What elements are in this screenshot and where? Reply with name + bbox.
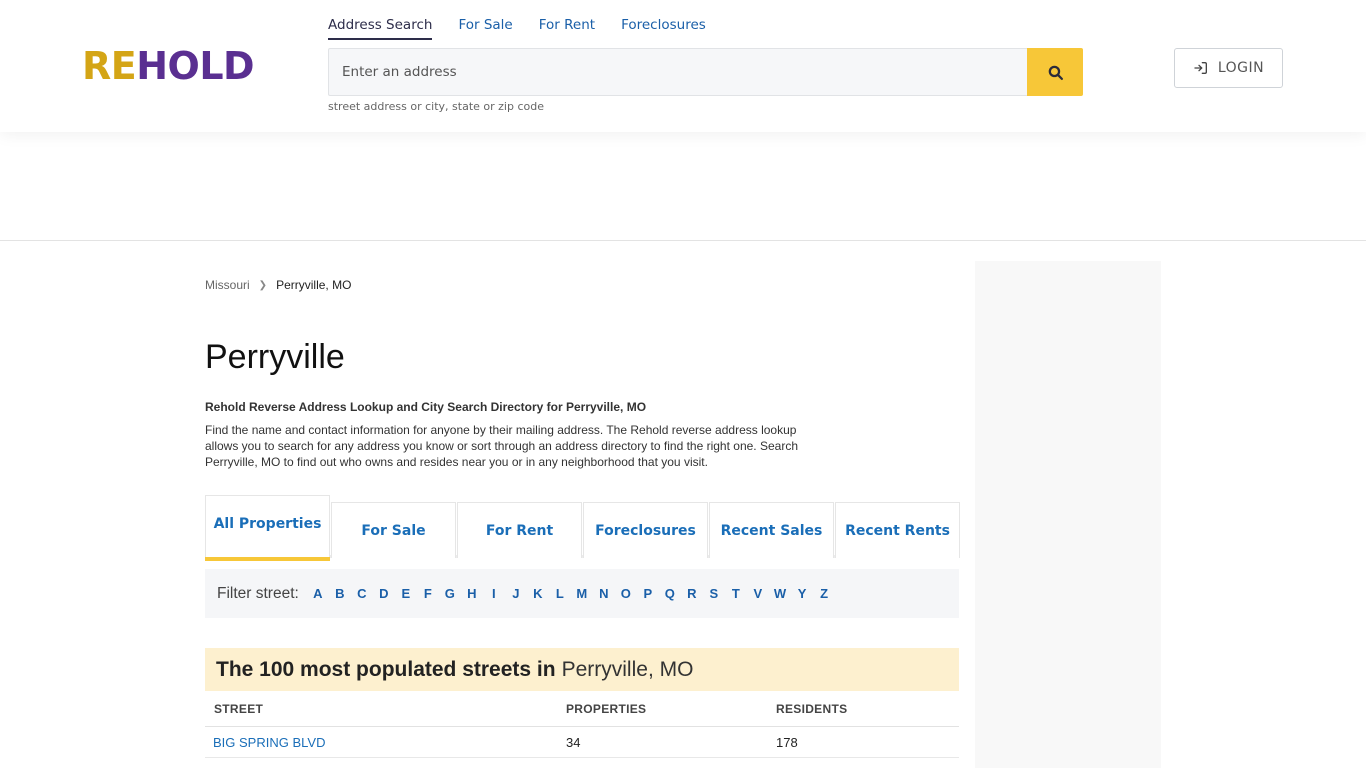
- filter-letter-y[interactable]: Y: [791, 586, 813, 601]
- breadcrumb-missouri[interactable]: Missouri: [205, 278, 250, 292]
- filter-letter-d[interactable]: D: [373, 586, 395, 601]
- page-description: Find the name and contact information fo…: [205, 423, 798, 469]
- column-street: STREET: [214, 701, 264, 716]
- filter-letter-s[interactable]: S: [703, 586, 725, 601]
- address-search-input[interactable]: [328, 48, 1027, 96]
- filter-letter-g[interactable]: G: [439, 586, 461, 601]
- tab-all-properties[interactable]: All Properties: [205, 495, 330, 561]
- tab-foreclosures[interactable]: Foreclosures: [583, 502, 708, 558]
- table-body: BIG SPRING BLVD 34 178: [205, 727, 959, 758]
- section-heading-text: The 100 most populated streets in: [216, 657, 556, 681]
- search-icon: [1048, 65, 1063, 80]
- filter-letter-h[interactable]: H: [461, 586, 483, 601]
- login-label: LOGIN: [1217, 60, 1265, 76]
- nav-for-sale[interactable]: For Sale: [458, 17, 512, 40]
- breadcrumb-current: Perryville, MO: [276, 278, 352, 292]
- sidebar-ad: [975, 261, 1161, 768]
- filter-letter-w[interactable]: W: [769, 586, 791, 601]
- login-icon: [1194, 62, 1207, 74]
- property-tabs: All Properties For Sale For Rent Foreclo…: [205, 495, 960, 561]
- filter-letter-t[interactable]: T: [725, 586, 747, 601]
- street-filter: Filter street: ABCDEFGHIJKLMNOPQRSTVWYZ: [205, 569, 959, 618]
- filter-letter-b[interactable]: B: [329, 586, 351, 601]
- filter-letter-q[interactable]: Q: [659, 586, 681, 601]
- tab-recent-rents[interactable]: Recent Rents: [835, 502, 960, 558]
- properties-count: 34: [566, 734, 581, 750]
- column-residents: RESIDENTS: [776, 701, 848, 716]
- search-button[interactable]: [1027, 48, 1083, 96]
- tab-for-sale[interactable]: For Sale: [331, 502, 456, 558]
- streets-table: STREET PROPERTIES RESIDENTS BIG SPRING B…: [205, 691, 959, 758]
- filter-letter-a[interactable]: A: [307, 586, 329, 601]
- nav-address-search[interactable]: Address Search: [328, 17, 433, 40]
- site-header: REHOLD Address Search For Sale For Rent …: [0, 0, 1366, 132]
- filter-letter-v[interactable]: V: [747, 586, 769, 601]
- page-title: Perryville: [205, 338, 345, 376]
- filter-letter-i[interactable]: I: [483, 586, 505, 601]
- chevron-right-icon: ❯: [258, 279, 268, 291]
- column-properties: PROPERTIES: [566, 701, 647, 716]
- nav-foreclosures[interactable]: Foreclosures: [621, 17, 706, 40]
- search-hint: street address or city, state or zip cod…: [328, 100, 544, 113]
- street-link[interactable]: BIG SPRING BLVD: [205, 735, 557, 750]
- nav-for-rent[interactable]: For Rent: [539, 17, 595, 40]
- filter-label: Filter street:: [217, 584, 299, 602]
- table-header: STREET PROPERTIES RESIDENTS: [205, 691, 959, 727]
- filter-letter-z[interactable]: Z: [813, 586, 835, 601]
- filter-letter-c[interactable]: C: [351, 586, 373, 601]
- filter-letter-o[interactable]: O: [615, 586, 637, 601]
- filter-letter-l[interactable]: L: [549, 586, 571, 601]
- rehold-logo[interactable]: REHOLD: [82, 46, 255, 86]
- filter-letter-p[interactable]: P: [637, 586, 659, 601]
- filter-letter-r[interactable]: R: [681, 586, 703, 601]
- filter-letter-f[interactable]: F: [417, 586, 439, 601]
- filter-letter-e[interactable]: E: [395, 586, 417, 601]
- address-search-bar: [328, 48, 1083, 96]
- filter-letter-k[interactable]: K: [527, 586, 549, 601]
- ad-banner-area: [0, 132, 1366, 241]
- filter-letter-m[interactable]: M: [571, 586, 593, 601]
- login-button[interactable]: LOGIN: [1174, 48, 1283, 88]
- breadcrumb: Missouri ❯ Perryville, MO: [205, 278, 351, 292]
- residents-count: 178: [776, 734, 798, 750]
- section-heading-city: Perryville, MO: [561, 657, 694, 681]
- filter-letter-j[interactable]: J: [505, 586, 527, 601]
- filter-letters: ABCDEFGHIJKLMNOPQRSTVWYZ: [307, 586, 835, 601]
- table-row: BIG SPRING BLVD 34 178: [205, 727, 959, 758]
- page-subtitle: Rehold Reverse Address Lookup and City S…: [205, 400, 647, 414]
- search-type-nav: Address Search For Sale For Rent Foreclo…: [328, 17, 706, 40]
- section-heading: The 100 most populated streets in Perryv…: [205, 648, 959, 691]
- filter-letter-n[interactable]: N: [593, 586, 615, 601]
- tab-recent-sales[interactable]: Recent Sales: [709, 502, 834, 558]
- tab-for-rent[interactable]: For Rent: [457, 502, 582, 558]
